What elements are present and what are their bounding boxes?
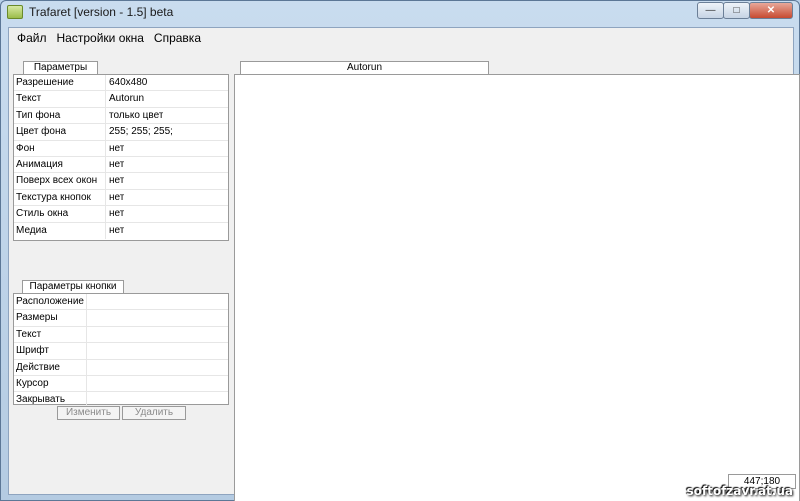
window-params-value[interactable]: нет [106,157,124,172]
button-params-row[interactable]: Шрифт [14,343,228,360]
window-params-label: Текст [14,91,106,107]
window-params-value[interactable]: 640x480 [106,75,147,90]
button-params-value[interactable] [87,310,90,325]
button-params-label: Текст [14,326,87,343]
menu-file[interactable]: Файл [12,28,52,49]
tab-preview[interactable]: Autorun [240,61,489,74]
button-params-value[interactable] [87,360,90,375]
window-params-label: Стиль окна [14,206,106,222]
button-params-row[interactable]: Закрывать [14,392,228,409]
title-bar[interactable]: Trafaret [version - 1.5] beta — □ ✕ [1,1,799,23]
watermark: softofzavr.at.ua [686,484,793,498]
close-icon: ✕ [766,5,776,16]
window-params-row[interactable]: Поверх всех окон нет [14,173,228,190]
button-params-row[interactable]: Размеры [14,310,228,327]
button-params-label: Расположение [14,294,87,310]
window-params-grid: Разрешение 640x480 Текст Autorun Тип фона тол… [13,74,229,241]
maximize-icon: □ [733,5,740,16]
window-params-value[interactable]: нет [106,223,124,239]
app-icon [7,5,23,19]
window-params-label: Фон [14,140,106,156]
window-params-row[interactable]: Тип фона только цвет [14,107,228,125]
button-params-row[interactable]: Действие [14,359,228,376]
button-params-label: Курсор [14,375,87,392]
button-params-label: Шрифт [14,343,87,359]
menu-help[interactable]: Справка [149,28,206,49]
minimize-icon: — [705,5,716,16]
window-params-value[interactable]: Autorun [106,91,144,106]
window-params-label: Цвет фона [14,124,106,140]
button-params-value[interactable] [87,343,90,358]
button-params-row[interactable]: Расположение [14,294,228,311]
window-params-row[interactable]: Медиа нет [14,222,228,239]
button-params-grid: Расположение Размеры Текст Шрифт Действие Кур… [13,293,229,409]
button-params-label: Размеры [14,310,87,326]
window-params-value[interactable]: нет [106,190,124,205]
menu-bar: Файл Настройки окна Справка [9,28,793,49]
menu-window-settings[interactable]: Настройки окна [52,28,149,49]
client-area: Файл Настройки окна Справка Параметры ок… [8,27,800,501]
tab-button-params[interactable]: Параметры кнопки [22,280,124,293]
window-params-value[interactable]: только цвет [106,108,163,123]
window-params-value[interactable]: нет [106,206,124,221]
close-button[interactable]: ✕ [749,2,793,19]
window-params-label: Разрешение [14,75,106,91]
delete-button[interactable]: Удалить [122,406,186,420]
button-params-label: Действие [14,359,87,375]
maximize-button[interactable]: □ [723,2,750,19]
app-window: Trafaret [version - 1.5] beta — □ ✕ Файл… [0,0,800,501]
button-params-value[interactable] [87,327,90,342]
window-params-row[interactable]: Анимация нет [14,156,228,174]
window-params-label: Текстура кнопок [14,189,106,206]
window-params-row[interactable]: Разрешение 640x480 [14,75,228,92]
edit-button[interactable]: Изменить [57,406,120,420]
window-params-label: Медиа [14,222,106,239]
preview-canvas[interactable] [234,74,800,501]
window-params-row[interactable]: Текст Autorun [14,91,228,108]
window-params-value[interactable]: 255; 255; 255; [106,124,173,139]
window-params-row[interactable]: Текстура кнопок нет [14,189,228,207]
window-params-value[interactable]: нет [106,173,124,188]
window-params-label: Анимация [14,156,106,173]
button-params-row[interactable]: Текст [14,326,228,344]
minimize-button[interactable]: — [697,2,724,19]
window-params-label: Поверх всех окон [14,173,106,189]
window-params-row[interactable]: Фон нет [14,140,228,157]
window-params-label: Тип фона [14,107,106,124]
window-params-row[interactable]: Стиль окна нет [14,206,228,223]
window-params-value[interactable]: нет [106,141,124,156]
button-params-row[interactable]: Курсор [14,375,228,393]
tab-window-params[interactable]: Параметры окна [23,61,98,85]
button-params-value[interactable] [87,376,90,391]
window-title: Trafaret [version - 1.5] beta [29,5,174,19]
window-params-row[interactable]: Цвет фона 255; 255; 255; [14,124,228,141]
button-params-value[interactable] [87,294,90,309]
